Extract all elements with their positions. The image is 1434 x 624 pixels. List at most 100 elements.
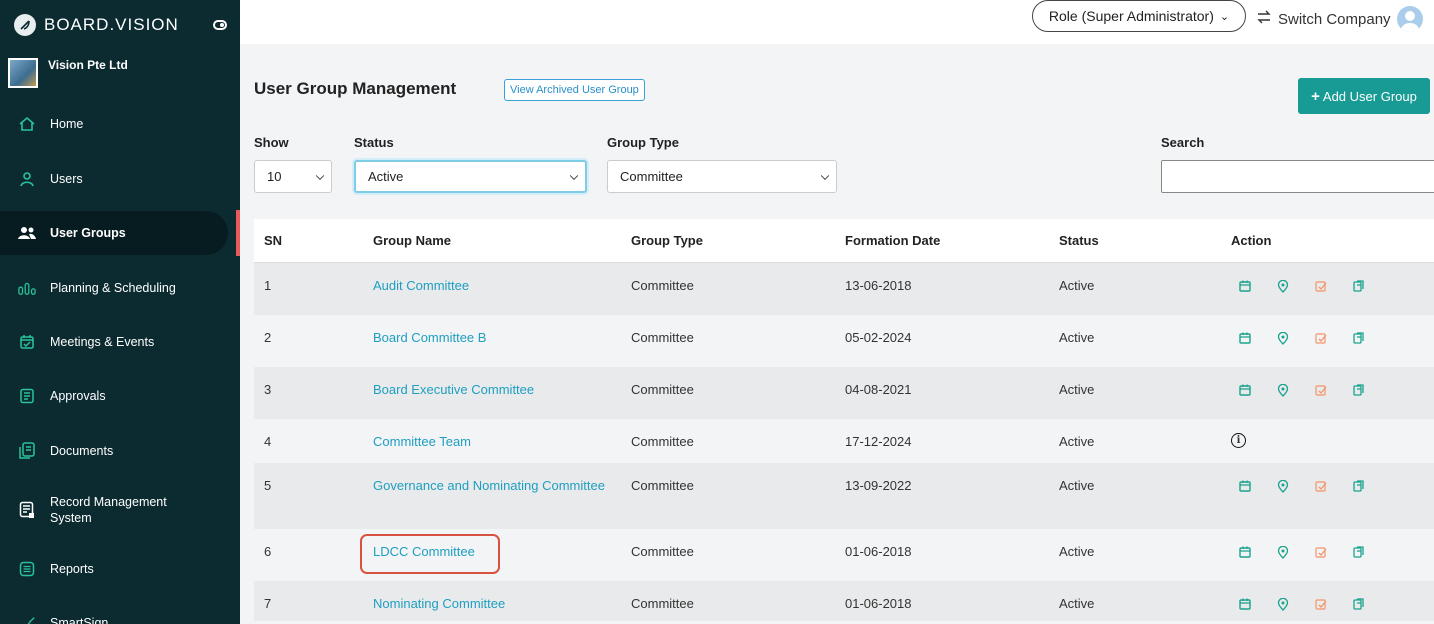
status-value: Active xyxy=(368,169,404,184)
reports-icon xyxy=(18,560,36,578)
calendar-icon[interactable] xyxy=(1238,384,1252,400)
chevron-down-icon: ⌄ xyxy=(1219,10,1230,23)
calendar-icon[interactable] xyxy=(1238,280,1252,296)
sidebar-item-label: User Groups xyxy=(50,226,126,240)
row-group-type: Committee xyxy=(631,478,694,493)
group-name-link[interactable]: Nominating Committee xyxy=(373,596,505,611)
sidebar-item-label: Home xyxy=(50,117,84,131)
copy-icon[interactable] xyxy=(1352,480,1366,496)
page-title: User Group Management xyxy=(254,79,457,98)
group-name-link[interactable]: Governance and Nominating Committee xyxy=(373,478,605,493)
table-row: 3 Board Executive Committee Committee 04-08… xyxy=(254,367,1434,419)
group-type-select[interactable]: Committee xyxy=(607,160,837,193)
search-input[interactable] xyxy=(1161,160,1434,193)
sidebar-item-smartsign[interactable]: SmartSign xyxy=(0,609,228,624)
sidebar-item-record-management[interactable]: Record Management System xyxy=(0,492,228,528)
sidebar-item-approvals[interactable]: Approvals xyxy=(0,382,228,410)
row-formation-date: 05-02-2024 xyxy=(845,330,912,345)
brand[interactable]: BOARD.VISION xyxy=(0,0,240,50)
sidebar-item-reports[interactable]: Reports xyxy=(0,555,228,583)
group-name-link[interactable]: Board Committee B xyxy=(373,330,486,345)
calendar-icon xyxy=(18,333,36,351)
edit-icon[interactable] xyxy=(1314,598,1328,614)
sidebar-item-documents[interactable]: Documents xyxy=(0,437,228,465)
show-select[interactable]: 10 xyxy=(254,160,332,193)
edit-icon[interactable] xyxy=(1314,546,1328,562)
switch-company-button[interactable]: Switch Company xyxy=(1256,6,1423,32)
row-group-type: Committee xyxy=(631,382,694,397)
chevron-down-icon xyxy=(315,171,325,180)
edit-icon[interactable] xyxy=(1314,384,1328,400)
info-icon[interactable]: i xyxy=(1231,433,1246,448)
copy-icon[interactable] xyxy=(1352,598,1366,614)
sidebar-item-meetings[interactable]: Meetings & Events xyxy=(0,328,228,356)
row-actions xyxy=(1238,279,1366,296)
group-name-link[interactable]: Committee Team xyxy=(373,434,471,449)
location-pin-icon[interactable] xyxy=(1276,383,1290,400)
main-content: User Group Management View Archived User… xyxy=(240,44,1434,624)
sidebar-item-label: Reports xyxy=(50,562,94,576)
header-status[interactable]: Status xyxy=(1059,233,1099,248)
location-pin-icon[interactable] xyxy=(1276,597,1290,614)
copy-icon[interactable] xyxy=(1352,546,1366,562)
table-row: 2 Board Committee B Committee 05-02-2024 Act… xyxy=(254,315,1434,367)
sidebar-item-user-groups[interactable]: User Groups xyxy=(0,211,228,255)
view-archived-button[interactable]: View Archived User Group xyxy=(504,79,645,101)
sidebar-item-home[interactable]: Home xyxy=(0,110,228,138)
row-actions xyxy=(1238,597,1366,614)
avatar[interactable] xyxy=(1396,6,1423,32)
calendar-icon[interactable] xyxy=(1238,598,1252,614)
group-type-value: Committee xyxy=(620,169,683,184)
sidebar-item-label: SmartSign xyxy=(50,616,109,624)
company-switcher[interactable]: Vision Pte Ltd xyxy=(0,50,240,94)
edit-icon[interactable] xyxy=(1314,332,1328,348)
company-logo xyxy=(8,58,38,88)
location-pin-icon[interactable] xyxy=(1276,279,1290,296)
header-group-name[interactable]: Group Name xyxy=(373,233,451,248)
plus-icon: + xyxy=(1311,87,1320,105)
row-formation-date: 13-09-2022 xyxy=(845,478,912,493)
row-status: Active xyxy=(1059,278,1095,293)
header-sn[interactable]: SN xyxy=(264,233,282,248)
table-row: 7 Nominating Committee Committee 01-06-2018… xyxy=(254,581,1434,621)
add-user-group-button[interactable]: + Add User Group xyxy=(1298,78,1430,114)
calendar-icon[interactable] xyxy=(1238,332,1252,348)
copy-icon[interactable] xyxy=(1352,384,1366,400)
location-pin-icon[interactable] xyxy=(1276,545,1290,562)
chevron-down-icon xyxy=(569,171,579,180)
row-actions xyxy=(1238,383,1366,400)
row-sn: 1 xyxy=(264,278,272,293)
show-value: 10 xyxy=(267,169,282,184)
location-pin-icon[interactable] xyxy=(1276,331,1290,348)
sidebar-toggle-icon[interactable] xyxy=(212,20,227,30)
group-type-label: Group Type xyxy=(607,135,679,150)
copy-icon[interactable] xyxy=(1352,280,1366,296)
edit-icon[interactable] xyxy=(1314,480,1328,496)
row-actions xyxy=(1238,479,1366,496)
copy-icon[interactable] xyxy=(1352,332,1366,348)
home-icon xyxy=(18,115,36,133)
location-pin-icon[interactable] xyxy=(1276,479,1290,496)
header-formation-date[interactable]: Formation Date xyxy=(845,233,940,248)
row-formation-date: 17-12-2024 xyxy=(845,434,912,449)
calendar-icon[interactable] xyxy=(1238,480,1252,496)
group-name-link[interactable]: Board Executive Committee xyxy=(373,382,534,397)
sidebar-item-users[interactable]: Users xyxy=(0,165,228,193)
status-select[interactable]: Active xyxy=(354,160,587,193)
role-label: Role (Super Administrator) xyxy=(1048,8,1214,24)
sidebar-item-planning[interactable]: Planning & Scheduling xyxy=(0,274,228,302)
calendar-icon[interactable] xyxy=(1238,546,1252,562)
edit-icon[interactable] xyxy=(1314,280,1328,296)
row-formation-date: 13-06-2018 xyxy=(845,278,912,293)
row-sn: 4 xyxy=(264,434,272,449)
row-actions: i xyxy=(1231,433,1246,448)
topbar: Role (Super Administrator) ⌄ Switch Comp… xyxy=(240,0,1434,44)
row-group-type: Committee xyxy=(631,330,694,345)
role-dropdown[interactable]: Role (Super Administrator) ⌄ xyxy=(1032,0,1246,32)
group-name-link[interactable]: Audit Committee xyxy=(373,278,469,293)
header-group-type[interactable]: Group Type xyxy=(631,233,703,248)
records-icon xyxy=(18,501,36,519)
row-group-type: Committee xyxy=(631,544,694,559)
row-status: Active xyxy=(1059,478,1095,493)
sidebar-item-label: Approvals xyxy=(50,389,106,403)
